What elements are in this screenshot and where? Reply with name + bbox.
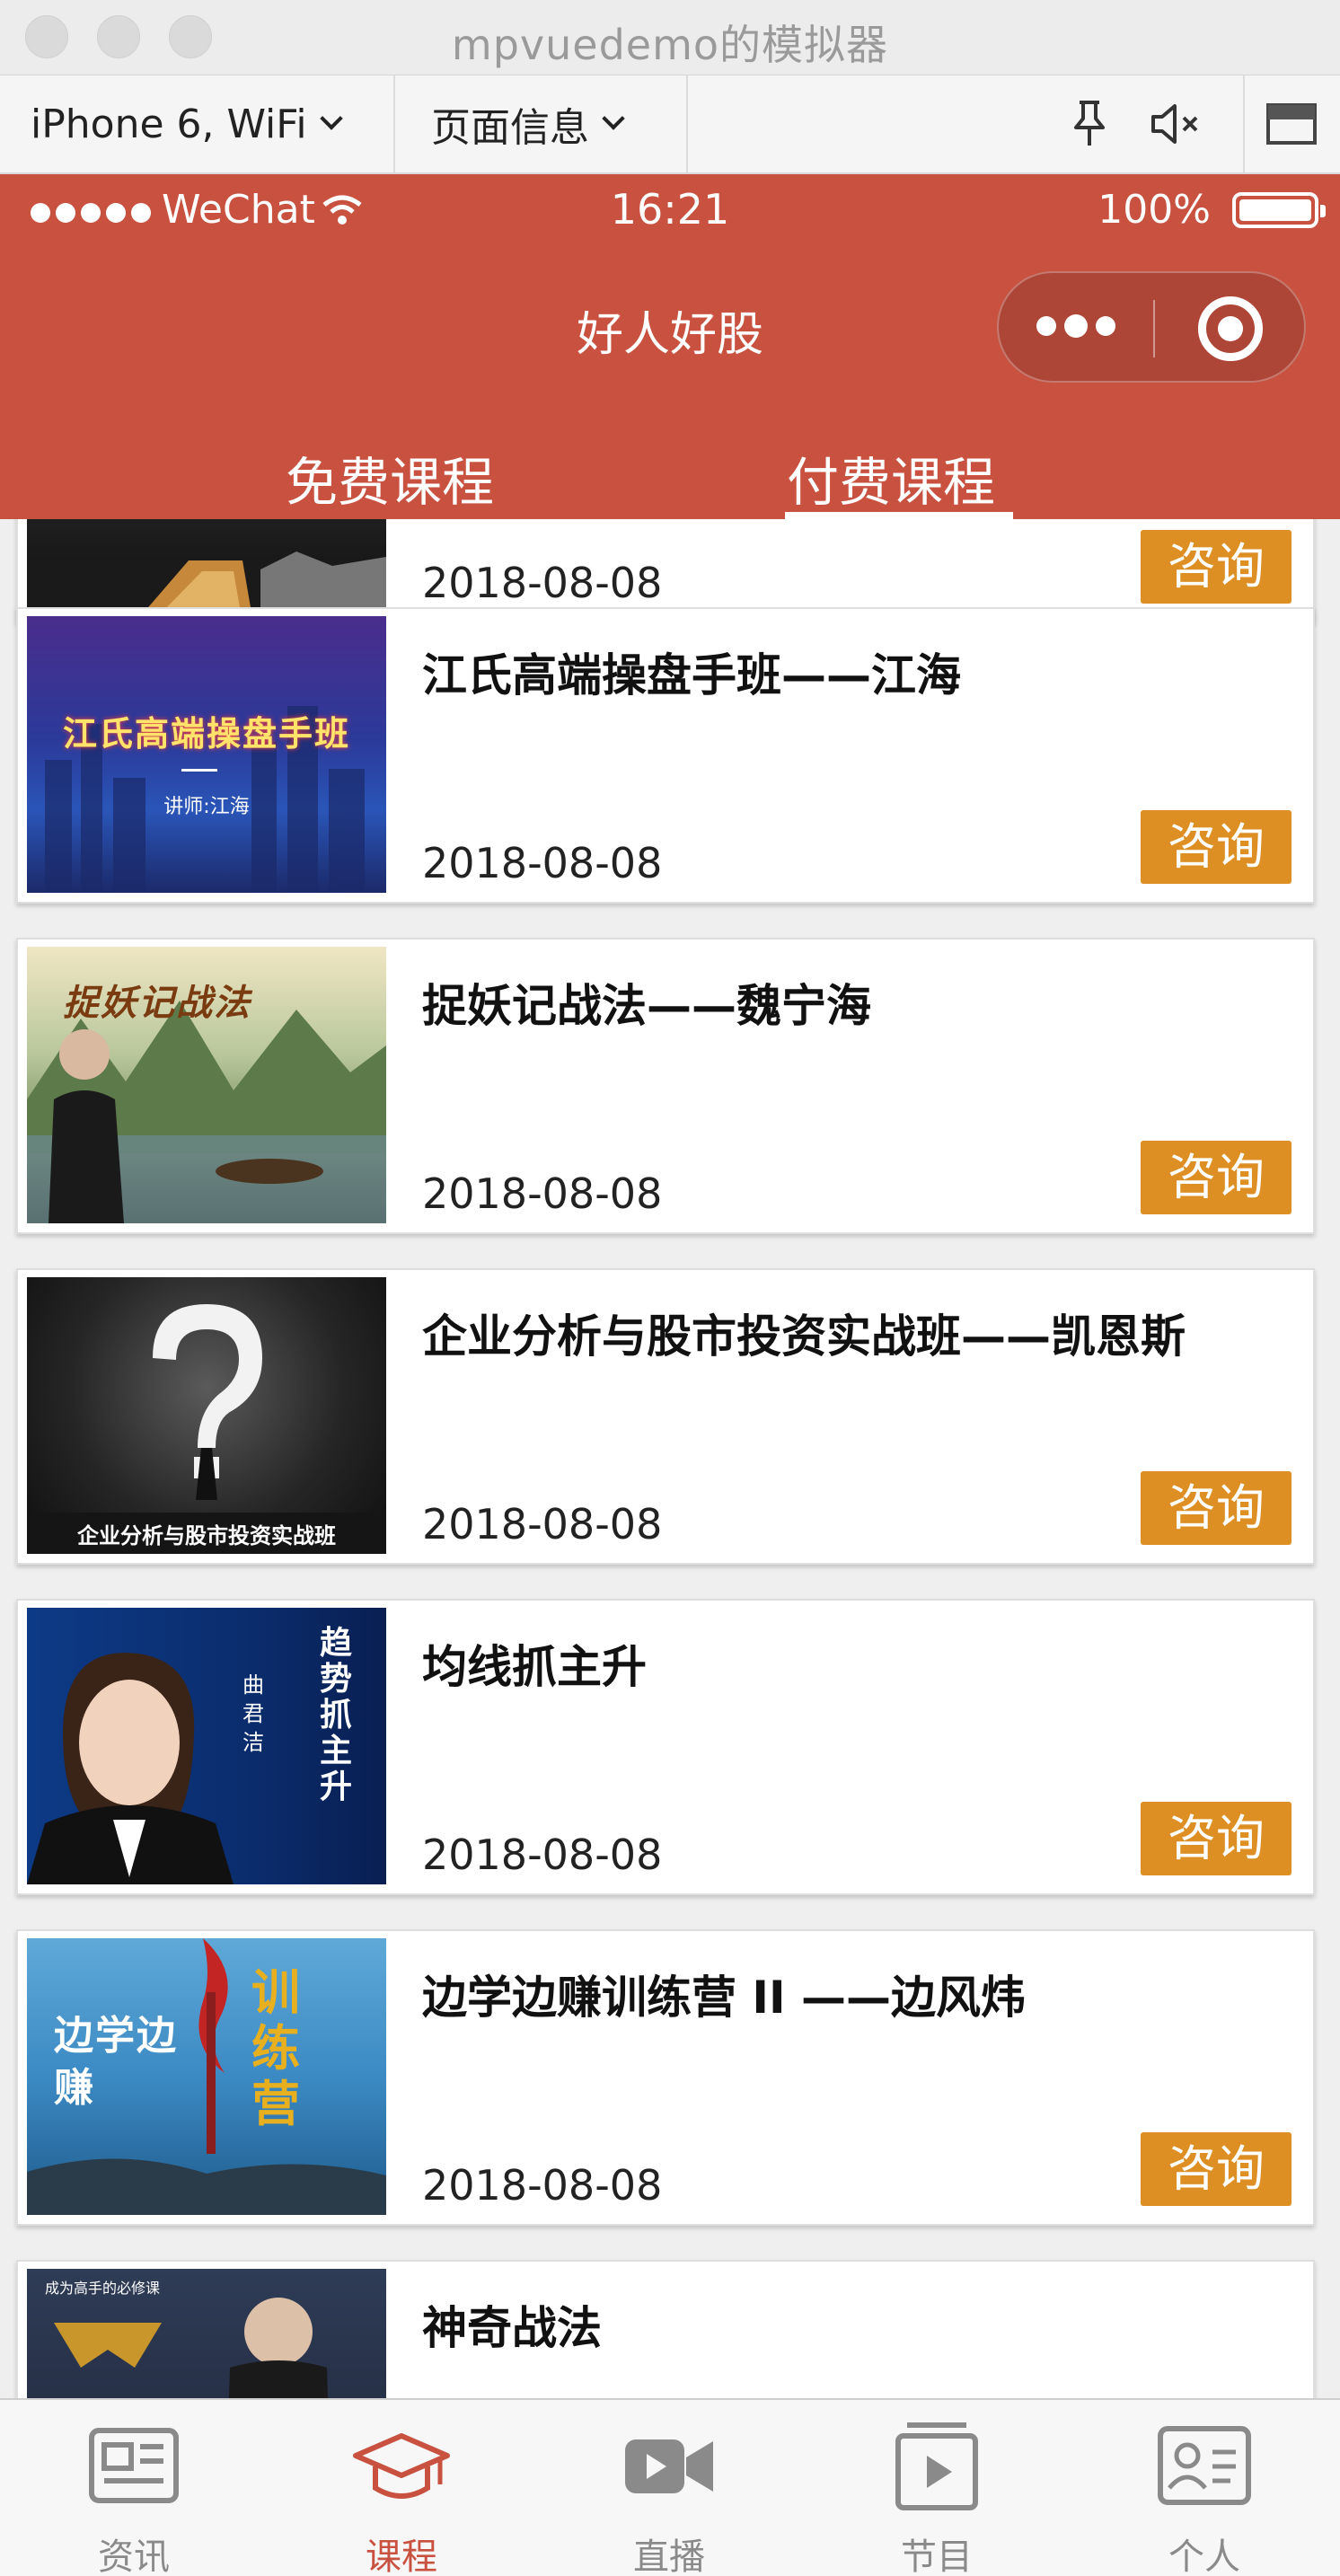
tabbar-item-programs[interactable]: 节目 — [803, 2400, 1071, 2576]
course-list[interactable]: 2018-08-08 咨询 江氏高端操盘手班 讲师:江海 江氏高端操盘手班——江… — [0, 519, 1340, 2398]
tabbar-item-courses[interactable]: 课程 — [268, 2400, 535, 2576]
course-thumbnail: 成为高手的必修课 — [27, 2269, 386, 2398]
battery-icon — [1232, 191, 1326, 228]
tabbar-label: 节目 — [901, 2536, 973, 2576]
chevron-down-icon — [319, 107, 343, 130]
news-icon — [89, 2428, 179, 2503]
consult-button[interactable]: 咨询 — [1141, 1802, 1292, 1875]
course-title: 神奇战法 — [422, 2302, 602, 2354]
course-date: 2018-08-08 — [422, 839, 663, 887]
capsule-menu — [997, 271, 1306, 383]
course-card[interactable]: 边学边赚 训练营 边学边赚训练营 II ——边风炜 2018-08-08 咨询 — [16, 1929, 1315, 2226]
course-date: 2018-08-08 — [422, 559, 663, 607]
graduation-cap-icon — [353, 2433, 450, 2499]
thumbnail-subtitle: 曲君洁 — [242, 1672, 264, 1755]
consult-button[interactable]: 咨询 — [1141, 530, 1292, 604]
page-info-select[interactable]: 页面信息 — [395, 75, 688, 172]
course-card[interactable]: 江氏高端操盘手班 讲师:江海 江氏高端操盘手班——江海 2018-08-08 咨… — [16, 607, 1315, 904]
bottom-tab-bar: 资讯 课程 直播 节目 个人 — [0, 2398, 1340, 2576]
thumbnail-title: 成为高手的必修课 — [45, 2280, 161, 2297]
course-thumbnail: 捉妖记战法 — [27, 947, 386, 1223]
course-title: 边学边赚训练营 II ——边风炜 — [422, 1972, 1027, 2024]
course-title: 江氏高端操盘手班——江海 — [422, 649, 961, 701]
course-date: 2018-08-08 — [422, 1500, 663, 1548]
profile-card-icon — [1158, 2426, 1251, 2505]
course-card[interactable]: 捉妖记战法 捉妖记战法——魏宁海 2018-08-08 咨询 — [16, 938, 1315, 1234]
course-date: 2018-08-08 — [422, 1831, 663, 1879]
consult-button[interactable]: 咨询 — [1141, 1141, 1292, 1214]
course-thumbnail: 趋势抓主升 曲君洁 — [27, 1608, 386, 1884]
window-title: mpvuedemo的模拟器 — [451, 21, 889, 69]
question-mark-art — [27, 1304, 386, 1554]
course-card[interactable]: 企业分析与股市投资实战班 企业分析与股市投资实战班——凯恩斯 2018-08-0… — [16, 1268, 1315, 1565]
course-date: 2018-08-08 — [422, 1169, 663, 1218]
tab-paid-courses[interactable]: 付费课程 — [784, 440, 1014, 519]
course-card[interactable]: 趋势抓主升 曲君洁 均线抓主升 2018-08-08 咨询 — [16, 1599, 1315, 1895]
close-mini-program-icon[interactable] — [1198, 296, 1263, 361]
window-titlebar: mpvuedemo的模拟器 — [0, 0, 1340, 75]
thumbnail-title: 捉妖记战法 — [63, 983, 251, 1024]
device-select-label: iPhone 6, WiFi — [31, 101, 307, 147]
consult-button[interactable]: 咨询 — [1141, 2132, 1292, 2206]
tabbar-label: 课程 — [366, 2536, 437, 2576]
capsule-divider — [1153, 300, 1155, 357]
toolbar-icons — [1067, 75, 1340, 172]
thumbnail-subtitle: 训练营 — [251, 1964, 302, 2132]
thumbnail-subtitle: 讲师:江海 — [163, 796, 250, 818]
video-camera-icon — [625, 2439, 713, 2493]
page-info-label: 页面信息 — [431, 105, 589, 151]
tab-free-courses[interactable]: 免费课程 — [286, 440, 494, 519]
tabbar-label: 直播 — [633, 2536, 705, 2576]
course-type-tabs: 免费课程 付费课程 — [0, 395, 1340, 519]
thumbnail-title: 企业分析与股市投资实战班 — [77, 1523, 336, 1548]
simulator-window: mpvuedemo的模拟器 iPhone 6, WiFi 页面信息 WeChat… — [0, 0, 1340, 2576]
tabbar-label: 资讯 — [98, 2536, 170, 2576]
course-thumbnail-art — [27, 551, 386, 613]
course-card[interactable]: 成为高手的必修课 神奇战法 — [16, 2260, 1315, 2398]
course-date: 2018-08-08 — [422, 2161, 663, 2210]
mute-icon[interactable] — [1150, 101, 1203, 146]
chevron-down-icon — [602, 107, 625, 130]
play-list-icon — [895, 2422, 978, 2510]
pin-icon[interactable] — [1067, 99, 1112, 149]
tabbar-label: 个人 — [1168, 2536, 1240, 2576]
course-title: 捉妖记战法——魏宁海 — [422, 980, 871, 1032]
device-select[interactable]: iPhone 6, WiFi — [0, 75, 395, 172]
course-title: 企业分析与股市投资实战班——凯恩斯 — [422, 1310, 1186, 1363]
thumbnail-title: 江氏高端操盘手班 — [62, 714, 350, 754]
toolbar-divider — [1243, 75, 1245, 172]
battery-status: 100% — [1098, 187, 1326, 233]
battery-percent: 100% — [1098, 187, 1211, 233]
course-thumbnail: 边学边赚 训练营 — [27, 1938, 386, 2215]
course-thumbnail: 企业分析与股市投资实战班 — [27, 1277, 386, 1554]
mini-program-navbar: 好人好股 — [0, 250, 1340, 395]
simulator-toolbar: iPhone 6, WiFi 页面信息 — [0, 75, 1340, 174]
tabbar-item-news[interactable]: 资讯 — [0, 2400, 268, 2576]
thumbnail-title: 边学边赚 — [54, 2013, 178, 2111]
tabbar-item-live[interactable]: 直播 — [535, 2400, 803, 2576]
course-thumbnail — [27, 519, 386, 613]
more-options-icon[interactable] — [1036, 314, 1124, 338]
window-layout-icon[interactable] — [1266, 103, 1317, 145]
phone-status-bar: WeChat 16:21 100% — [0, 174, 1340, 250]
course-thumbnail: 江氏高端操盘手班 讲师:江海 — [27, 616, 386, 893]
thumbnail-title: 趋势抓主升 — [319, 1625, 354, 1805]
consult-button[interactable]: 咨询 — [1141, 810, 1292, 884]
course-title: 均线抓主升 — [422, 1641, 647, 1693]
tabbar-item-profile[interactable]: 个人 — [1071, 2400, 1338, 2576]
consult-button[interactable]: 咨询 — [1141, 1471, 1292, 1545]
